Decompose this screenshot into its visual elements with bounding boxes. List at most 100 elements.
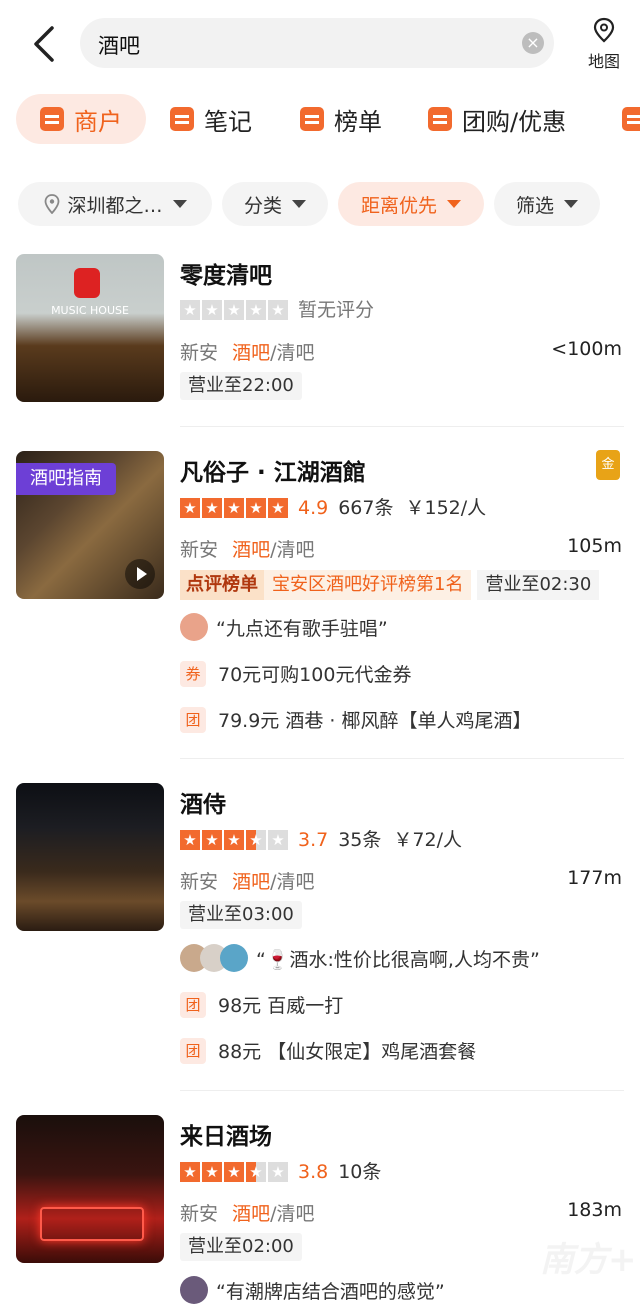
- dropdown-icon: [564, 200, 578, 208]
- star-rating: 3.7 35条 ￥72/人: [180, 830, 462, 850]
- star-rating: 暂无评分: [180, 300, 374, 320]
- map-button[interactable]: 地图: [580, 16, 628, 72]
- map-label: 地图: [587, 52, 620, 71]
- shop-icon: [40, 107, 64, 131]
- neon-sign: [40, 1207, 144, 1241]
- review-quote-row[interactable]: “九点还有歌手驻唱”: [180, 613, 388, 641]
- tab-label: 团购/优惠: [462, 107, 567, 136]
- avg-price: ￥72/人: [393, 829, 462, 851]
- filter-location[interactable]: 深圳都之…: [18, 182, 212, 226]
- star-icon: [246, 498, 266, 518]
- location-pin-icon: [45, 194, 60, 214]
- coupon-text: 88元 【仙女限定】鸡尾酒套餐: [218, 1041, 477, 1063]
- shop-name[interactable]: 酒侍: [180, 785, 226, 819]
- shop-photo[interactable]: [16, 783, 164, 931]
- distance: 105m: [567, 535, 622, 557]
- hours-tag: 营业至02:30: [477, 570, 600, 600]
- filter-category[interactable]: 分类: [222, 182, 328, 226]
- distance: <100m: [551, 338, 622, 360]
- star-icon: [202, 300, 222, 320]
- subcategory: /清吧: [270, 1203, 315, 1225]
- filter-label: 筛选: [515, 194, 554, 217]
- review-quote-row[interactable]: “🍷酒水:性价比很高啊,人均不贵”: [180, 944, 540, 972]
- ranking-icon: [300, 107, 324, 131]
- area: 新安: [180, 1203, 219, 1225]
- rating-text: 暂无评分: [298, 299, 375, 321]
- filter-label: 深圳都之…: [67, 194, 163, 217]
- deal-icon: [428, 107, 452, 131]
- tab-shops[interactable]: 商户: [16, 94, 146, 144]
- star-icon: [180, 300, 200, 320]
- coupon-row[interactable]: 团 98元 百威一打: [180, 991, 343, 1018]
- coupon-text: 79.9元 酒巷 · 椰风醉【单人鸡尾酒】: [218, 710, 532, 732]
- subcategory: /清吧: [270, 539, 315, 561]
- note-icon: [170, 107, 194, 131]
- map-pin-icon: [593, 17, 615, 43]
- star-icon: [268, 830, 288, 850]
- tab-more[interactable]: [622, 94, 640, 144]
- tab-label: 笔记: [204, 107, 252, 136]
- watermark: 南方+: [540, 1240, 637, 1280]
- area: 新安: [180, 342, 219, 364]
- dropdown-icon: [292, 200, 306, 208]
- tab-label: 榜单: [334, 107, 382, 136]
- rating-score: 4.9: [298, 497, 329, 519]
- filter-more[interactable]: 筛选: [494, 182, 600, 226]
- group-deal-icon: 团: [180, 1037, 206, 1064]
- coupon-row[interactable]: 团 79.9元 酒巷 · 椰风醉【单人鸡尾酒】: [180, 706, 531, 733]
- coupon-row[interactable]: 券 70元可购100元代金券: [180, 660, 411, 687]
- review-count: 10条: [338, 1161, 382, 1183]
- play-icon[interactable]: [125, 559, 155, 589]
- filter-distance[interactable]: 距离优先: [338, 182, 484, 226]
- review-quote: “有潮牌店结合酒吧的感觉”: [216, 1280, 445, 1303]
- ranking-row[interactable]: 点评榜单 宝安区酒吧好评榜第1名 营业至02:30: [180, 570, 600, 600]
- star-icon: [268, 498, 288, 518]
- star-icon: [224, 830, 244, 850]
- star-rating: 4.9 667条 ￥152/人: [180, 498, 486, 518]
- review-quote: “🍷酒水:性价比很高啊,人均不贵”: [256, 948, 540, 971]
- logo-icon: [74, 268, 100, 298]
- coupon-text: 70元可购100元代金券: [218, 664, 412, 686]
- review-quote-row[interactable]: “有潮牌店结合酒吧的感觉”: [180, 1276, 445, 1304]
- star-icon: [202, 830, 222, 850]
- filter-label: 距离优先: [360, 194, 437, 217]
- tab-rankings[interactable]: 榜单: [300, 94, 382, 144]
- coupon-row[interactable]: 团 88元 【仙女限定】鸡尾酒套餐: [180, 1037, 476, 1064]
- shop-name[interactable]: 零度清吧: [180, 256, 272, 290]
- shop-name[interactable]: 来日酒场: [180, 1117, 272, 1151]
- star-rating: 3.8 10条: [180, 1162, 381, 1182]
- back-arrow-icon[interactable]: [28, 22, 62, 66]
- search-input[interactable]: 酒吧 ×: [80, 18, 554, 68]
- rating-score: 3.7: [298, 829, 329, 851]
- star-icon: [202, 498, 222, 518]
- shop-category-line: 新安 酒吧/清吧: [180, 1199, 314, 1226]
- star-icon: [202, 1162, 222, 1182]
- star-icon: [268, 300, 288, 320]
- category: 酒吧: [232, 539, 271, 561]
- avatar: [180, 613, 208, 641]
- avg-price: ￥152/人: [405, 497, 487, 519]
- group-deal-icon: 团: [180, 706, 206, 733]
- divider: [180, 758, 624, 759]
- shop-name[interactable]: 凡俗子 · 江湖酒館: [180, 453, 366, 487]
- clear-icon[interactable]: ×: [522, 32, 544, 54]
- gold-medal-icon: 金: [596, 450, 620, 480]
- category: 酒吧: [232, 871, 271, 893]
- area: 新安: [180, 871, 219, 893]
- shop-category-line: 新安 酒吧/清吧: [180, 535, 314, 562]
- star-icon: [180, 830, 200, 850]
- distance: 183m: [567, 1199, 622, 1221]
- avatar: [180, 1276, 208, 1304]
- review-quote: “九点还有歌手驻唱”: [216, 617, 388, 640]
- group-deal-icon: 团: [180, 991, 206, 1018]
- divider: [180, 1090, 624, 1091]
- shop-photo[interactable]: [16, 1115, 164, 1263]
- tab-label: 商户: [74, 107, 122, 136]
- tab-notes[interactable]: 笔记: [170, 94, 252, 144]
- area: 新安: [180, 539, 219, 561]
- shop-photo[interactable]: MUSIC HOUSE: [16, 254, 164, 402]
- rating-score: 3.8: [298, 1161, 329, 1183]
- star-icon: [224, 1162, 244, 1182]
- coupon-text: 98元 百威一打: [218, 995, 344, 1017]
- tab-deals[interactable]: 团购/优惠: [428, 94, 566, 144]
